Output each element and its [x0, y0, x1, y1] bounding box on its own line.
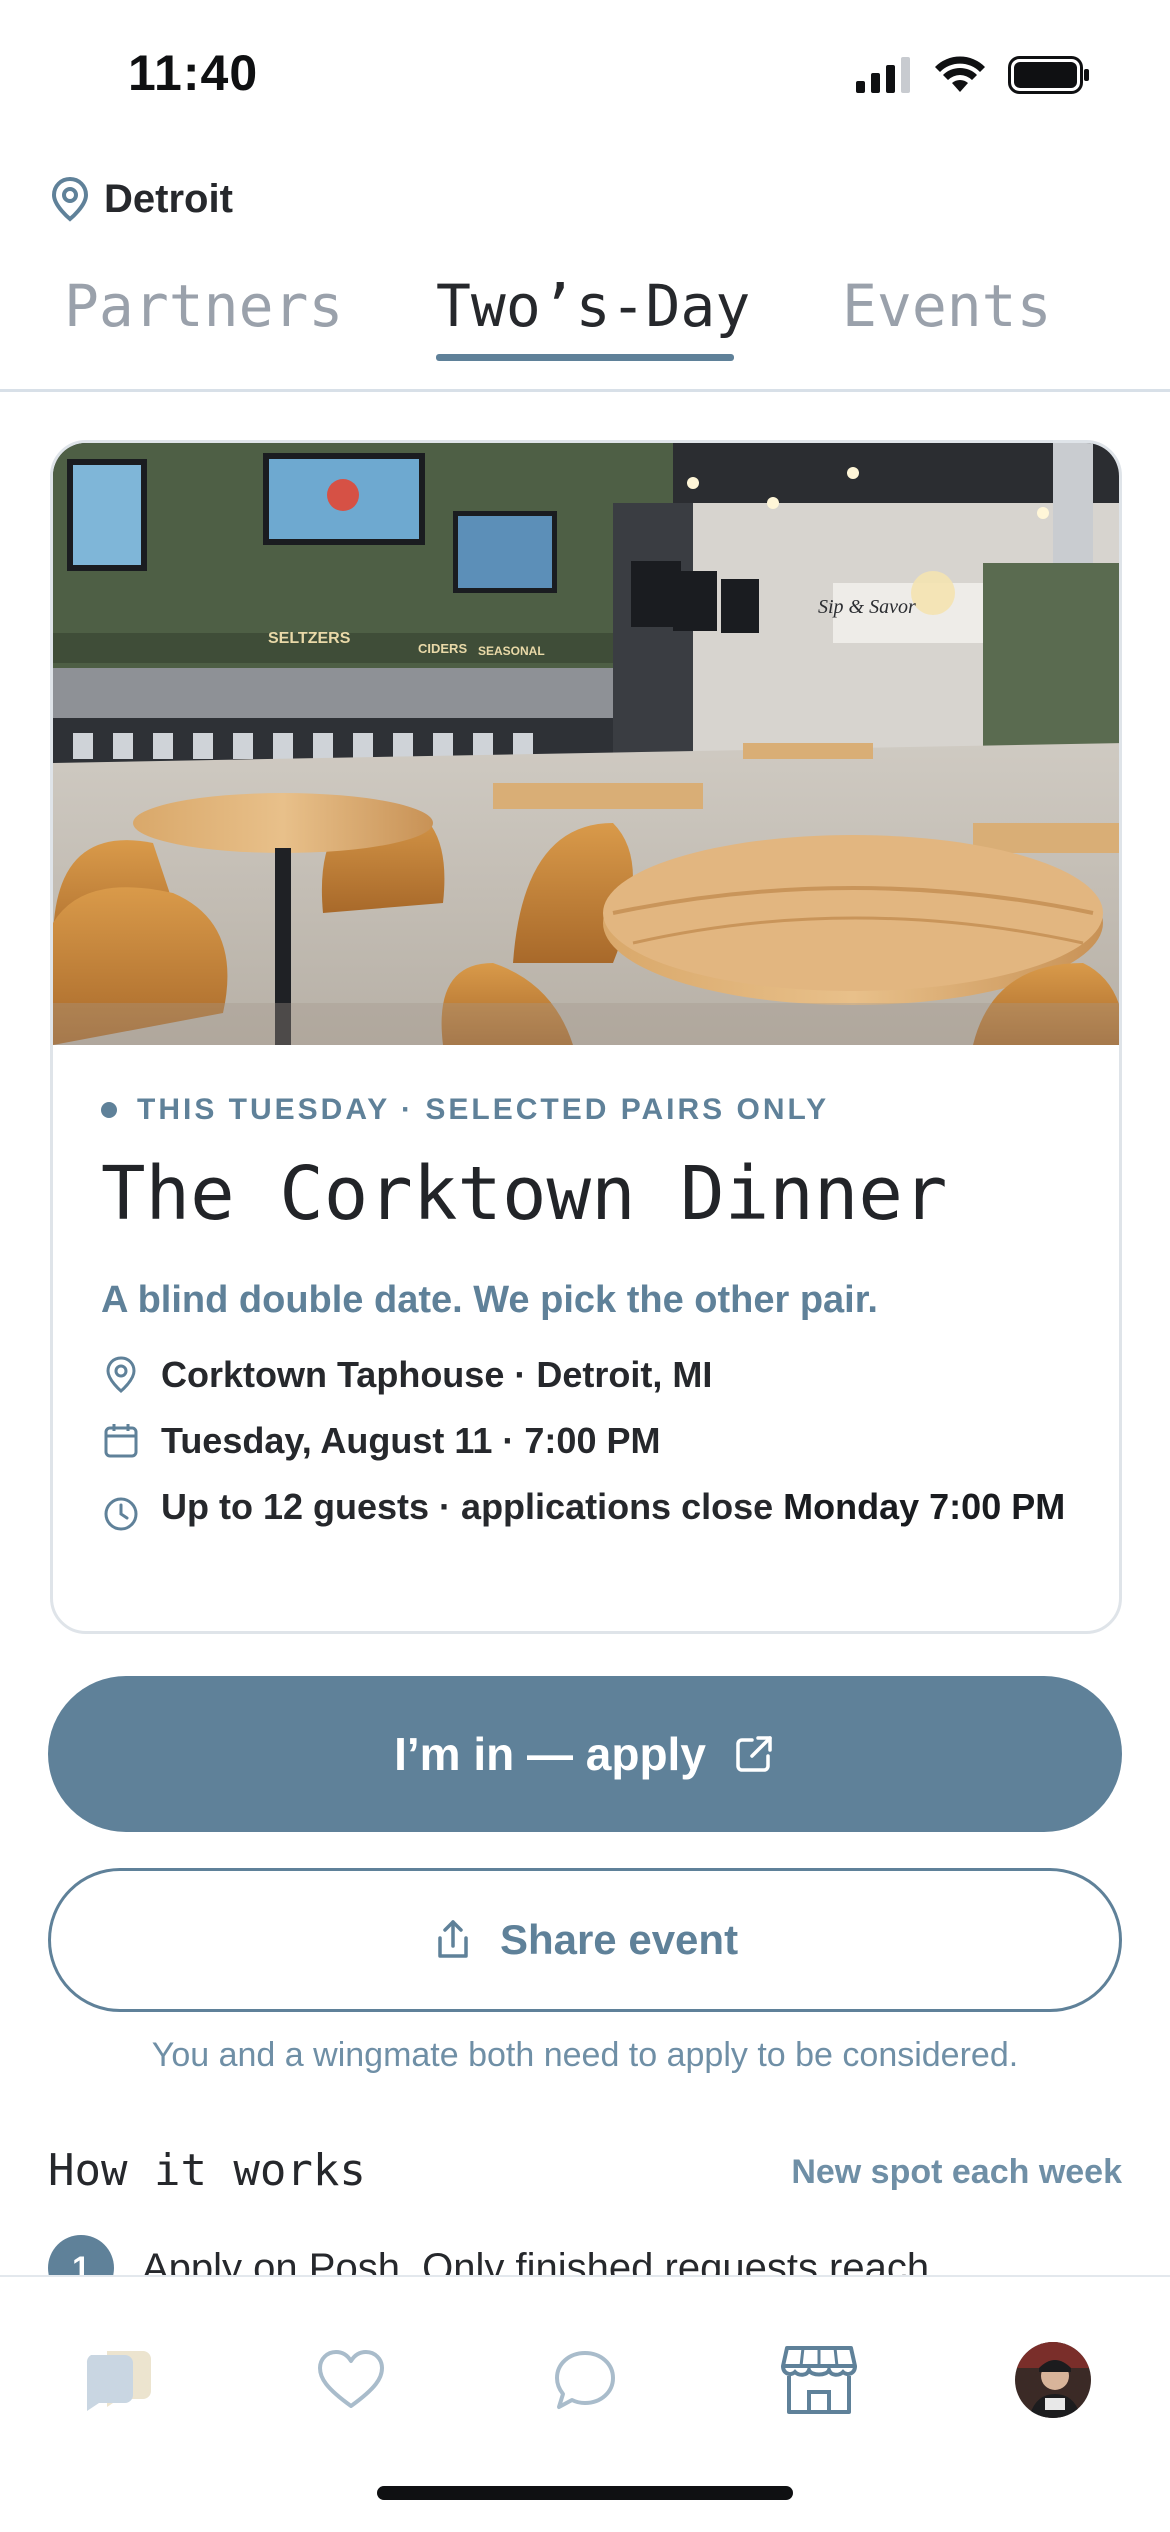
nav-likes[interactable] — [306, 2335, 396, 2425]
share-icon — [438, 1920, 468, 1958]
status-bar: 11:40 — [0, 0, 1170, 150]
nav-profile[interactable] — [1008, 2335, 1098, 2425]
active-tab-indicator — [436, 354, 734, 361]
share-button-label: Share event — [499, 1916, 739, 1963]
event-title: The Corktown Dinner — [101, 1151, 948, 1237]
wifi-icon — [935, 56, 985, 92]
status-icons — [856, 56, 1090, 94]
cellular-signal-icon — [856, 57, 910, 93]
event-guests: Up to 12 guests · applications close Mon… — [161, 1486, 1066, 1527]
location-selector[interactable]: Detroit — [50, 176, 233, 222]
map-pin-icon — [51, 176, 89, 222]
external-link-icon — [736, 1736, 772, 1772]
event-meta: Corktown Taphouse · Detroit, MI Tuesday,… — [101, 1352, 1079, 1534]
battery-icon — [1008, 56, 1089, 94]
event-card[interactable]: SELTZERS CIDERS SEASONAL Sip & Savor THI… — [50, 440, 1122, 1634]
sign-brand: Sip & Savor — [818, 596, 916, 618]
nav-messages[interactable] — [540, 2335, 630, 2425]
tab-events[interactable]: Events — [842, 272, 1052, 340]
event-location: Corktown Taphouse · Detroit, MI — [161, 1354, 713, 1395]
event-details: THIS TUESDAY · SELECTED PAIRS ONLY The C… — [101, 1093, 1079, 1554]
calendar-icon — [104, 1424, 138, 1458]
status-time: 11:40 — [128, 45, 259, 101]
event-subtitle: A blind double date. We pick the other p… — [101, 1279, 878, 1321]
partners-icon — [86, 2351, 151, 2411]
nav-venues[interactable] — [774, 2335, 864, 2425]
location-label: Detroit — [104, 176, 233, 221]
nav-partners[interactable] — [72, 2335, 162, 2425]
event-datetime: Tuesday, August 11 · 7:00 PM — [161, 1420, 661, 1461]
meta-guests-row: Up to 12 guests · applications close Mon… — [101, 1484, 1079, 1534]
how-it-works-title: How it works — [48, 2145, 366, 2196]
status-dot — [101, 1102, 117, 1118]
event-hero-image: SELTZERS CIDERS SEASONAL Sip & Savor — [53, 443, 1119, 1045]
tab-twos-day[interactable]: Two’s-Day — [436, 272, 750, 340]
chat-icon — [555, 2351, 615, 2409]
avatar-image — [1015, 2342, 1091, 2418]
eyebrow-text: THIS TUESDAY · SELECTED PAIRS ONLY — [137, 1093, 830, 1126]
application-deadline: Monday 7:00 PM — [783, 1486, 1066, 1527]
apply-button-label: I’m in — apply — [394, 1728, 706, 1780]
tab-bar: Partners Two’s-Day Events — [0, 262, 1170, 392]
clock-icon — [104, 1497, 138, 1531]
avatar — [1015, 2342, 1091, 2418]
sign-seltzers: SELTZERS — [268, 630, 351, 647]
sign-seasonal: SEASONAL — [478, 644, 545, 658]
storefront-icon — [781, 2346, 857, 2414]
share-event-button[interactable]: Share event — [48, 1868, 1122, 2012]
meta-location-row: Corktown Taphouse · Detroit, MI — [101, 1352, 1079, 1398]
map-pin-icon — [106, 1356, 136, 1393]
tab-partners[interactable]: Partners — [64, 272, 343, 340]
event-eyebrow: THIS TUESDAY · SELECTED PAIRS ONLY — [101, 1093, 1079, 1127]
home-indicator — [377, 2486, 793, 2500]
how-it-works-note: New spot each week — [791, 2153, 1122, 2191]
taproom-illustration: SELTZERS CIDERS SEASONAL Sip & Savor — [53, 443, 1119, 1045]
apply-button[interactable]: I’m in — apply — [48, 1676, 1122, 1832]
how-it-works-section: How it works New spot each week 1 Apply … — [48, 2145, 1122, 2285]
meta-date-row: Tuesday, August 11 · 7:00 PM — [101, 1418, 1079, 1464]
heart-icon — [318, 2350, 384, 2408]
sign-ciders: CIDERS — [418, 641, 467, 656]
helper-text: You and a wingmate both need to apply to… — [151, 2036, 1019, 2074]
